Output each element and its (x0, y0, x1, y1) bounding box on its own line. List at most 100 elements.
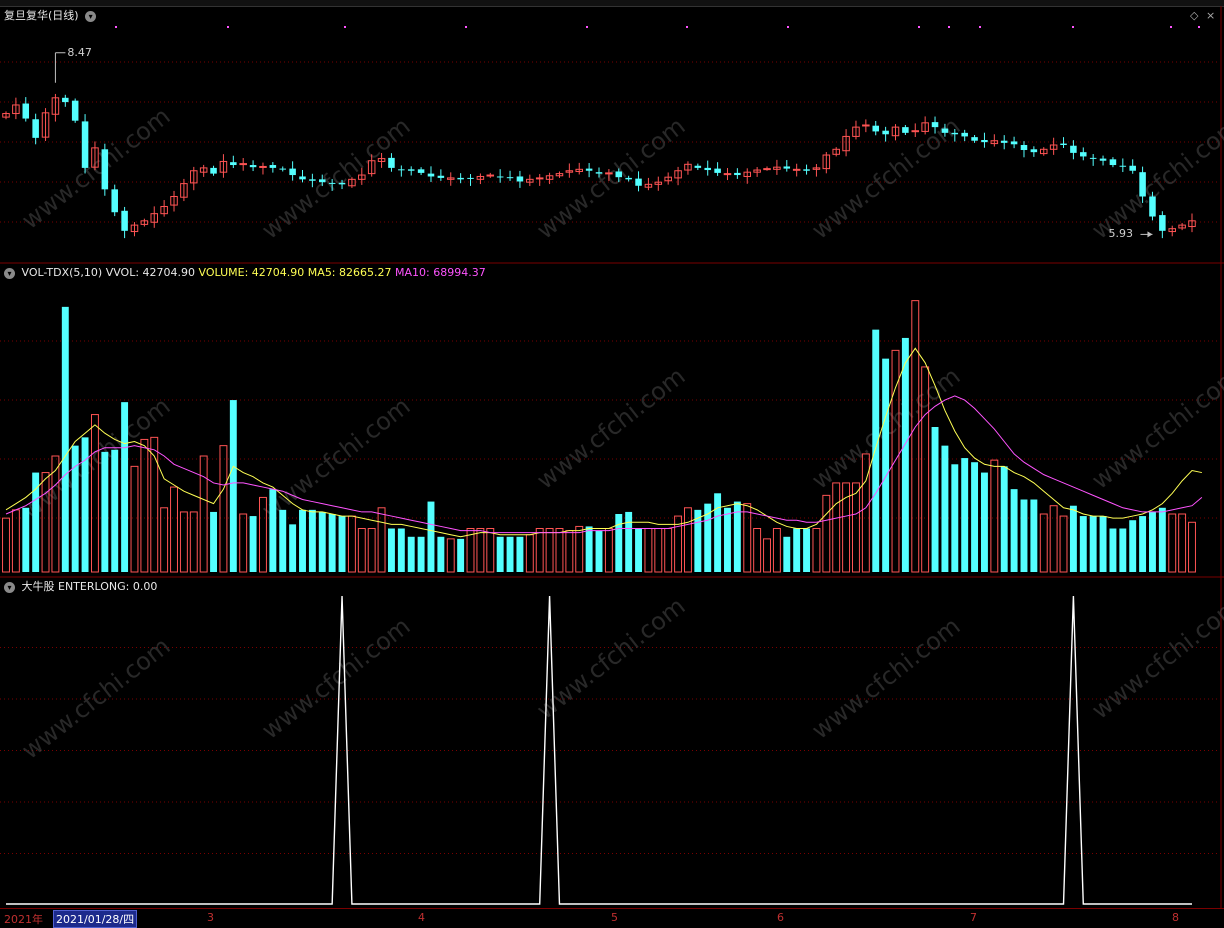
watermark-text: www.cfchi.com (806, 612, 965, 745)
candle-body (763, 168, 771, 171)
volume-bar (644, 528, 653, 573)
main-panel-header: 复旦复华(日线) ▾ (4, 9, 99, 23)
chevron-down-icon[interactable]: ▾ (4, 267, 15, 279)
selected-date[interactable]: 2021/01/28/四 (53, 910, 138, 928)
volume-bar (822, 494, 831, 573)
volume-bar (32, 472, 40, 572)
candlestick-series (2, 93, 1196, 239)
candle-body (71, 100, 79, 121)
volume-bar (289, 524, 297, 572)
candle-body (971, 137, 978, 141)
candle-body (803, 169, 810, 171)
volume-bar (931, 427, 939, 572)
volume-bar (90, 414, 99, 573)
candle-body (467, 177, 474, 179)
candle-body (615, 171, 623, 178)
volume-bar (1139, 516, 1147, 572)
volume-bar (1119, 528, 1127, 572)
candle-body (121, 210, 128, 231)
chevron-down-icon[interactable]: ▾ (4, 581, 15, 593)
volume-bar (150, 436, 159, 573)
candle-body (1089, 157, 1097, 159)
event-dot (586, 26, 588, 28)
volume-bar (951, 464, 959, 572)
volume-bar (2, 517, 10, 573)
volume-bar (1129, 520, 1137, 572)
candle-body (1149, 196, 1156, 217)
candle-body (694, 165, 702, 168)
candle-body (496, 176, 504, 178)
volume-bar (367, 528, 376, 573)
grid-lines (0, 6, 1224, 908)
volume-bar (941, 445, 949, 572)
chevron-down-icon[interactable]: ▾ (85, 10, 97, 22)
candle-body (961, 132, 968, 137)
volume-bar (457, 538, 465, 572)
candle-body (62, 97, 69, 103)
volume-bar (437, 536, 445, 572)
volume-bar (872, 329, 880, 572)
candle-body (1030, 149, 1038, 153)
candle-body (111, 189, 118, 213)
volume-bar (347, 515, 356, 573)
candle-body (1010, 141, 1018, 145)
volume-bar (179, 511, 188, 573)
candle-body (941, 128, 949, 133)
candle-body (239, 163, 247, 166)
volume-bar (724, 507, 731, 572)
watermark-text: www.cfchi.com (1086, 112, 1224, 245)
volume-bar (595, 530, 603, 572)
high-price-label: 8.47 (67, 45, 92, 59)
candle-body (625, 177, 632, 180)
volume-bar (328, 514, 336, 572)
volume-bar (763, 538, 771, 573)
volume-bar (664, 528, 673, 573)
candle-body (427, 173, 435, 177)
signal-panel-header: ▾ 大牛股 ENTERLONG: 0.00 (4, 580, 157, 594)
volume-bar (1000, 466, 1008, 572)
volume-bar (199, 455, 208, 573)
event-dot (227, 26, 229, 28)
volume-bar (793, 528, 801, 572)
volume-bar (961, 458, 969, 572)
volume-bar (1178, 513, 1187, 573)
month-label: 8 (1172, 911, 1179, 924)
candle-body (516, 176, 524, 182)
candle-body (1159, 215, 1166, 231)
stock-title: 复旦复华(日线) (4, 9, 79, 22)
chart-stage[interactable]: www.cfchi.com www.cfchi.com www.cfchi.com w… (0, 0, 1224, 928)
close-icon[interactable]: × (1206, 9, 1215, 23)
volume-bar (1149, 511, 1156, 572)
diamond-icon[interactable]: ◇ (1190, 9, 1198, 23)
volume-bar (1059, 515, 1068, 573)
candle-body (309, 179, 316, 181)
candle-body (299, 176, 306, 180)
volume-bar (882, 358, 890, 572)
candle-body (635, 178, 642, 186)
candle-body (388, 157, 395, 168)
volume-bar (635, 528, 642, 572)
volume-bar (832, 482, 841, 573)
candle-body (22, 103, 30, 119)
signal-indicator-name: 大牛股 (21, 580, 55, 593)
date-axis: 2021年 2021/01/28/四 3 4 5 6 7 8 (0, 908, 1224, 928)
indicator-name: VOL-TDX(5,10) (21, 266, 103, 279)
month-label: 5 (611, 911, 618, 924)
volume-bar (189, 511, 198, 573)
chart-canvas[interactable]: www.cfchi.com www.cfchi.com www.cfchi.com w… (0, 0, 1224, 925)
candle-body (595, 172, 603, 174)
candle-body (328, 182, 336, 184)
volume-bar (269, 489, 277, 572)
candle-body (981, 140, 988, 143)
candle-body (398, 169, 405, 171)
volume-bar (783, 536, 791, 572)
volume-bar (971, 462, 979, 572)
enterlong-line (6, 595, 1192, 905)
volume-bar (901, 337, 909, 572)
watermark-text: www.cfchi.com (1086, 362, 1224, 495)
volume-bar (130, 465, 139, 573)
watermark-text: www.cfchi.com (256, 392, 415, 525)
volume-bar (357, 528, 366, 573)
volume-bar (1089, 516, 1097, 572)
volume-bar (714, 493, 722, 572)
